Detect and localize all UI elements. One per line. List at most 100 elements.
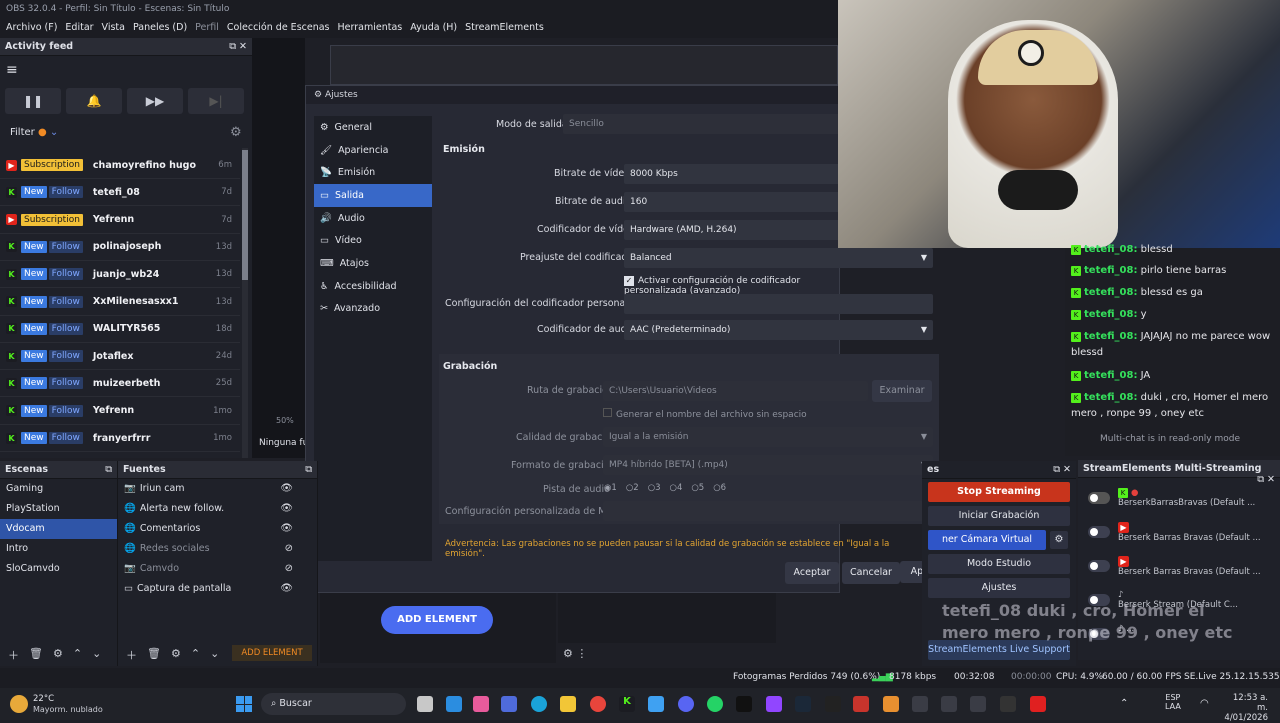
activity-item[interactable]: ▶ Subscription chamoyrefino hugo 6m [0, 152, 240, 179]
add-icon[interactable]: ＋ [126, 647, 137, 662]
scene-item[interactable]: Vdocam [0, 519, 117, 539]
source-item[interactable]: 🌐 Redes sociales ⊘ [118, 539, 317, 559]
app-icon[interactable] [853, 696, 869, 712]
stop-streaming-button[interactable]: Stop Streaming [928, 482, 1070, 502]
activity-item[interactable]: K New Follow muizeerbeth 25d [0, 370, 240, 398]
source-item[interactable]: 🌐 Alerta new follow. 👁 [118, 499, 317, 519]
more-icon[interactable]: ⋮ [576, 647, 587, 660]
menu-ayuda[interactable]: Ayuda (H) [410, 22, 457, 36]
menu-editar[interactable]: Editar [65, 22, 93, 36]
menu-perfil[interactable]: Perfil [195, 22, 219, 36]
pause-button[interactable]: ❚❚ [5, 88, 61, 114]
scene-item[interactable]: PlayStation [0, 499, 117, 519]
activity-item[interactable]: K New Follow tetefi_08 7d [0, 179, 240, 207]
examinar-button[interactable]: Examinar [872, 380, 932, 402]
nav-salida[interactable]: ▭ Salida [314, 184, 432, 207]
nombre-checkbox[interactable]: Generar el nombre del archivo sin espaci… [603, 408, 807, 420]
pista-radio-3[interactable]: ○3 [648, 483, 661, 493]
app-icon[interactable] [941, 696, 957, 712]
menu-streamelements[interactable]: StreamElements [465, 22, 544, 36]
eye-icon[interactable]: 👁 [280, 483, 293, 494]
custom-field[interactable] [624, 294, 933, 314]
source-item[interactable]: ▭ Captura de pantalla 👁 [118, 579, 317, 599]
add-element-button[interactable]: ADD ELEMENT [381, 606, 493, 634]
codificador-audio-select[interactable]: AAC (Predeterminado) ▼ [624, 320, 933, 340]
aceptar-button[interactable]: Aceptar [785, 562, 839, 584]
scene-item[interactable]: Intro [0, 539, 117, 559]
ruta-field[interactable]: C:\Users\Usuario\Videos [603, 381, 868, 401]
obs-icon[interactable] [912, 696, 928, 712]
eye-icon[interactable]: 👁 [280, 523, 293, 534]
pista-radio-6[interactable]: ○6 [713, 483, 726, 493]
app-icon[interactable] [1030, 696, 1046, 712]
gear-icon[interactable]: ⚙ [230, 125, 242, 140]
filter-button[interactable]: Filter ● ⌄ [10, 127, 58, 138]
whatsapp-icon[interactable] [707, 696, 723, 712]
menu-paneles[interactable]: Paneles (D) [133, 22, 187, 36]
folder-icon[interactable] [560, 696, 576, 712]
clock[interactable]: 12:53 a. m. 4/01/2026 [1222, 693, 1268, 723]
add-element-small-button[interactable]: ADD ELEMENT [232, 645, 312, 661]
nav-avanzado[interactable]: ✂ Avanzado [314, 298, 432, 321]
source-item[interactable]: 📷 Camvdo ⊘ [118, 559, 317, 579]
toggle[interactable] [1088, 560, 1110, 572]
wifi-icon[interactable]: ◠ [1200, 698, 1209, 709]
app-icon[interactable] [501, 696, 517, 712]
kick-icon[interactable]: K [619, 696, 635, 712]
source-item[interactable]: 🌐 Comentarios 👁 [118, 519, 317, 539]
app-icon[interactable] [970, 696, 986, 712]
skip-button[interactable]: ▶▶ [127, 88, 183, 114]
eye-icon[interactable]: 👁 [280, 503, 293, 514]
pista-radio-5[interactable]: ○5 [691, 483, 704, 493]
activity-item[interactable]: K New Follow franyerfrrr 1mo [0, 425, 240, 452]
nav-general[interactable]: ⚙ General [314, 116, 432, 139]
up-icon[interactable]: ⌃ [191, 647, 200, 661]
menu-herramientas[interactable]: Herramientas [338, 22, 403, 36]
bitrate-audio-field[interactable]: 160 [624, 192, 841, 212]
hamburger-icon[interactable]: ≡ [6, 62, 18, 78]
nav-video[interactable]: ▭ Vídeo [314, 229, 432, 252]
eye-icon[interactable]: 👁 [280, 583, 293, 594]
gear-icon[interactable]: ⚙ [1050, 531, 1068, 549]
nav-atajos[interactable]: ⌨ Atajos [314, 252, 432, 275]
menu-coleccion[interactable]: Colección de Escenas [227, 22, 330, 36]
edge-icon[interactable] [531, 696, 547, 712]
pista-radio-4[interactable]: ○4 [670, 483, 683, 493]
pista-radio-1[interactable]: ◉1 [604, 483, 617, 493]
eye-hidden-icon[interactable]: ⊘ [285, 563, 293, 574]
activity-item[interactable]: ▶ Subscription Yefrenn 7d [0, 207, 240, 234]
up-icon[interactable]: ⌃ [73, 647, 82, 661]
windows-start-icon[interactable] [236, 696, 252, 712]
twitch-icon[interactable] [766, 696, 782, 712]
source-item[interactable]: 📷 Iriun cam 👁 [118, 479, 317, 499]
tray-chevron-icon[interactable]: ⌃ [1120, 698, 1128, 709]
eye-hidden-icon[interactable]: ⊘ [285, 543, 293, 554]
undock-icon[interactable]: ⧉ [105, 464, 112, 475]
app-icon[interactable] [648, 696, 664, 712]
language-indicator[interactable]: ESP LAA [1165, 693, 1181, 711]
copilot-icon[interactable] [473, 696, 489, 712]
epic-icon[interactable] [825, 696, 841, 712]
gear-icon[interactable]: ⚙ [171, 647, 181, 661]
activity-item[interactable]: K New Follow XxMilenesasxx1 13d [0, 289, 240, 316]
trash-icon[interactable]: 🗑 [147, 647, 161, 661]
app-icon[interactable] [446, 696, 462, 712]
trash-icon[interactable]: 🗑 [29, 647, 43, 661]
pista-radio-2[interactable]: ○2 [626, 483, 639, 493]
camara-virtual-button[interactable]: ner Cámara Virtual [928, 530, 1046, 550]
nav-apariencia[interactable]: 🖌 Apariencia [314, 139, 432, 162]
formato-select[interactable]: MP4 híbrido [BETA] (.mp4)▼ [603, 455, 933, 475]
taskview-icon[interactable] [417, 696, 433, 712]
iniciar-grabacion-button[interactable]: Iniciar Grabación [928, 506, 1070, 526]
codificador-video-select[interactable]: Hardware (AMD, H.264) [624, 220, 841, 240]
down-icon[interactable]: ⌄ [92, 647, 101, 661]
discord-icon[interactable] [678, 696, 694, 712]
modo-select[interactable]: Sencillo [563, 114, 841, 134]
preajuste-select[interactable]: Balanced ▼ [624, 248, 933, 268]
calidad-select[interactable]: Igual a la emisión ▼ [603, 427, 933, 447]
chrome-icon[interactable] [590, 696, 606, 712]
activity-item[interactable]: K New Follow juanjo_wb24 13d [0, 261, 240, 289]
undock-icon[interactable]: ⧉ [305, 464, 312, 475]
scrollbar[interactable] [242, 148, 248, 458]
modo-estudio-button[interactable]: Modo Estudio [928, 554, 1070, 574]
